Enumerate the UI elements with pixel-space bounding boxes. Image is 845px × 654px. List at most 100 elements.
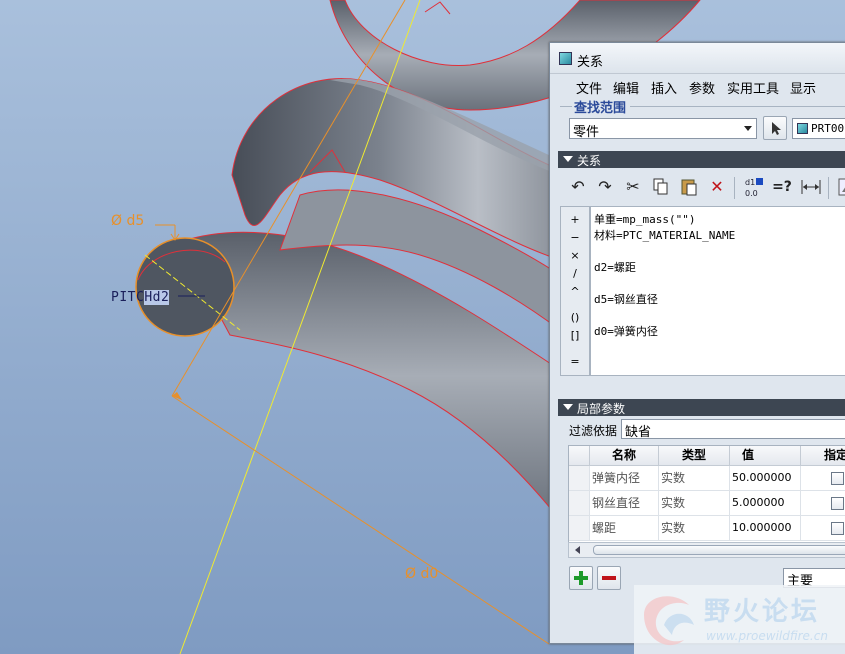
relation-line: 单重=mp_mass(""): [594, 213, 696, 226]
scope-group-label: 查找范围: [574, 101, 627, 116]
relations-editor[interactable]: 单重=mp_mass("") 材料=PTC_MATERIAL_NAME d2=螺…: [590, 206, 845, 376]
pitch-label-highlight: Hd2: [144, 290, 170, 305]
redo-icon[interactable]: ↷: [593, 175, 617, 199]
relations-section-title: 关系: [577, 154, 602, 168]
row-header-corner: [569, 446, 590, 466]
row-header[interactable]: [569, 491, 590, 516]
operator-parentheses-button[interactable]: (): [561, 311, 589, 324]
cut-icon[interactable]: ✂: [621, 175, 645, 199]
model-name-field[interactable]: PRT001: [792, 118, 845, 139]
cursor-arrow-icon: [772, 122, 781, 135]
scrollbar-thumb[interactable]: [593, 545, 845, 555]
plus-icon: [574, 571, 588, 585]
local-params-table: 名称 类型 值 指定 弹簧内径 实数 50.000000 钢丝直径 实数 5.0…: [568, 445, 845, 543]
row-header[interactable]: [569, 516, 590, 541]
svg-text:d1: d1: [745, 178, 755, 187]
collapse-arrow-icon: [563, 404, 573, 410]
collapse-arrow-icon: [563, 156, 573, 162]
operator-buttons: + − × / ^ () [] =: [560, 206, 590, 376]
param-designate-cell: [801, 466, 845, 491]
minus-icon: [602, 576, 616, 580]
param-type-cell[interactable]: 实数: [659, 516, 730, 541]
param-type-cell[interactable]: 实数: [659, 491, 730, 516]
operator-divide-button[interactable]: /: [561, 267, 589, 280]
param-name-cell[interactable]: 弹簧内径: [590, 466, 659, 491]
relation-line: 材料=PTC_MATERIAL_NAME: [594, 229, 736, 242]
operator-power-button[interactable]: ^: [561, 285, 589, 298]
filter-label: 过滤依据: [569, 424, 618, 438]
forum-watermark: 野火论坛 www.proewildfire.cn: [634, 585, 845, 654]
dialog-titlebar[interactable]: 关系: [550, 43, 845, 74]
scope-group-line-right: [630, 106, 845, 107]
svg-text:0.0: 0.0: [745, 189, 758, 198]
menu-utilities[interactable]: 实用工具: [727, 78, 779, 97]
model-name-value: PRT001: [811, 122, 845, 135]
dimension-values-icon[interactable]: d1 0.0: [742, 175, 766, 199]
filter-select[interactable]: 缺省: [621, 419, 845, 440]
param-designate-cell: [801, 516, 845, 541]
scroll-left-arrow-icon[interactable]: [575, 546, 580, 554]
relations-section-header[interactable]: 关系: [558, 151, 845, 168]
param-value-cell[interactable]: 5.000000: [730, 491, 801, 516]
param-type-cell[interactable]: 实数: [659, 466, 730, 491]
column-header-designate[interactable]: 指定: [801, 446, 845, 466]
copy-icon[interactable]: [649, 175, 673, 199]
sort-relations-icon[interactable]: [836, 175, 845, 199]
relations-dialog: 关系 文件 编辑 插入 参数 实用工具 显示 查找范围 零件 PRT001 关系…: [549, 42, 845, 644]
toolbar-separator: [828, 177, 829, 199]
dimension-d0-label[interactable]: Ø d0: [405, 566, 438, 582]
local-params-section-header[interactable]: 局部参数: [558, 399, 845, 416]
wildfire-logo-icon: [644, 596, 694, 646]
relation-line: d5=钢丝直径: [594, 293, 658, 306]
dimension-pitch-label[interactable]: PITCHd2: [111, 290, 170, 305]
relations-app-icon: [559, 52, 572, 65]
relation-line: d0=弹簧内径: [594, 325, 658, 338]
select-model-button[interactable]: [763, 116, 787, 140]
measure-icon[interactable]: [799, 175, 823, 199]
param-name-cell[interactable]: 螺距: [590, 516, 659, 541]
operator-brackets-button[interactable]: []: [561, 329, 589, 342]
dialog-title: 关系: [577, 55, 604, 70]
param-name-cell[interactable]: 钢丝直径: [590, 491, 659, 516]
operator-multiply-button[interactable]: ×: [561, 249, 589, 262]
chevron-down-icon: [744, 126, 752, 131]
designate-checkbox[interactable]: [831, 497, 844, 510]
scope-type-value: 零件: [573, 125, 600, 140]
operator-minus-button[interactable]: −: [561, 231, 589, 244]
dimension-d5-label[interactable]: Ø d5: [111, 213, 144, 229]
designate-checkbox[interactable]: [831, 472, 844, 485]
column-header-value[interactable]: 值: [730, 446, 801, 466]
table-horizontal-scrollbar[interactable]: [568, 542, 845, 558]
filter-value: 缺省: [625, 425, 652, 440]
menu-edit[interactable]: 编辑: [613, 78, 639, 97]
add-parameter-button[interactable]: [569, 566, 593, 590]
menu-parameters[interactable]: 参数: [689, 78, 715, 97]
remove-parameter-button[interactable]: [597, 566, 621, 590]
operator-plus-button[interactable]: +: [561, 213, 589, 226]
scope-type-select[interactable]: 零件: [569, 118, 757, 140]
column-header-name[interactable]: 名称: [590, 446, 659, 466]
paste-icon[interactable]: [677, 175, 701, 199]
designate-checkbox[interactable]: [831, 522, 844, 535]
menu-file[interactable]: 文件: [576, 78, 602, 97]
local-params-section-title: 局部参数: [577, 402, 626, 416]
scope-group-line: [560, 106, 572, 107]
operator-equals-button[interactable]: =: [561, 355, 589, 368]
undo-icon[interactable]: ↶: [566, 175, 590, 199]
row-header[interactable]: [569, 466, 590, 491]
menu-bar: 文件 编辑 插入 参数 实用工具 显示: [550, 74, 845, 97]
param-designate-cell: [801, 491, 845, 516]
menu-display[interactable]: 显示: [790, 78, 816, 97]
switch-dimensions-button[interactable]: =?: [770, 175, 794, 199]
param-value-cell[interactable]: 10.000000: [730, 516, 801, 541]
relations-toolbar: ↶ ↷ ✂ ✕ d1 0.0 =?: [560, 171, 845, 203]
toolbar-separator: [734, 177, 735, 199]
pitch-label-prefix: PITC: [111, 290, 145, 305]
relation-line: d2=螺距: [594, 261, 636, 274]
menu-insert[interactable]: 插入: [651, 78, 677, 97]
param-value-cell[interactable]: 50.000000: [730, 466, 801, 491]
column-header-type[interactable]: 类型: [659, 446, 730, 466]
watermark-url: www.proewildfire.cn: [706, 629, 828, 643]
delete-icon[interactable]: ✕: [705, 175, 729, 199]
part-icon: [797, 123, 808, 134]
